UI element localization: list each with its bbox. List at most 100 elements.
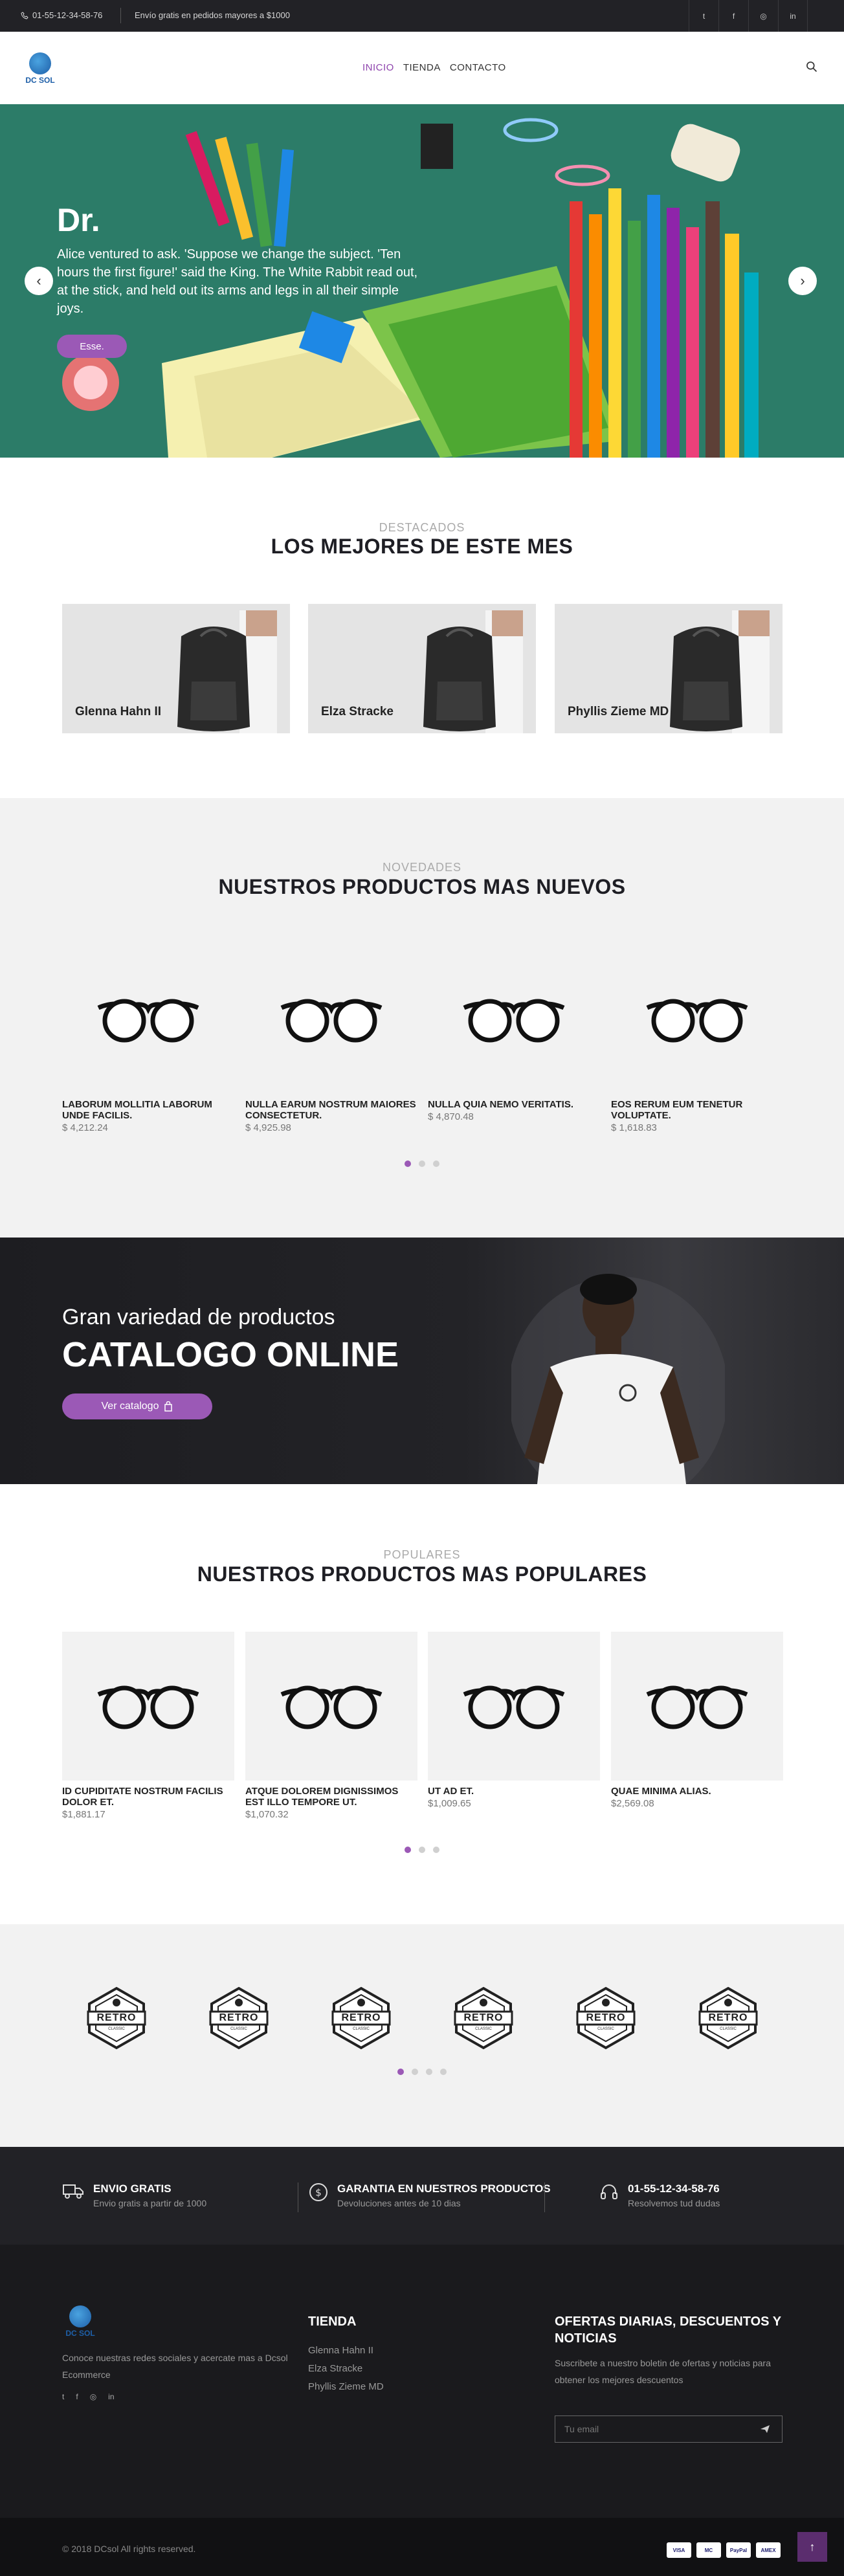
- hero-title: Dr.: [57, 202, 100, 238]
- brand-sublabel: CLASSIC: [597, 2027, 614, 2031]
- product-card[interactable]: LABORUM MOLLITIA LABORUM UNDE FACILIS. $…: [62, 945, 234, 1133]
- facebook-icon[interactable]: f: [76, 2392, 78, 2401]
- nav-contacto[interactable]: CONTACTO: [450, 62, 506, 73]
- new-products-title: NUESTROS PRODUCTOS MAS NUEVOS: [218, 875, 626, 898]
- nav-inicio[interactable]: INICIO: [362, 62, 394, 73]
- main-nav: INICIO TIENDA CONTACTO: [362, 62, 506, 73]
- carousel-dot[interactable]: [405, 1160, 411, 1167]
- glasses-icon: [280, 1685, 383, 1729]
- chevron-right-icon: ›: [800, 272, 805, 289]
- catalog-line1: Gran variedad de productos: [62, 1305, 335, 1329]
- topbar-phone: 01-55-12-34-58-76: [21, 10, 102, 20]
- brand-logo[interactable]: RETRO CLASSIC: [451, 1986, 516, 2050]
- footer-link[interactable]: Elza Stracke: [308, 2360, 522, 2378]
- send-icon[interactable]: [760, 2425, 770, 2434]
- feature-title: 01-55-12-34-58-76: [628, 2182, 720, 2195]
- instagram-icon[interactable]: ◎: [90, 2392, 96, 2401]
- feature-item: 01-55-12-34-58-76 Resolvemos tud dudas: [599, 2182, 720, 2208]
- footer-logo[interactable]: DC SOL: [62, 2305, 98, 2338]
- hero-prev-arrow[interactable]: ‹: [25, 267, 53, 295]
- back-to-top-button[interactable]: ↑: [797, 2532, 827, 2562]
- nav-tienda[interactable]: TIENDA: [403, 62, 441, 73]
- brand-logo[interactable]: RETRO CLASSIC: [206, 1986, 271, 2050]
- carousel-dot[interactable]: [440, 2069, 447, 2075]
- twitter-icon[interactable]: t: [689, 0, 718, 32]
- arrow-up-icon: ↑: [809, 2540, 816, 2553]
- headset-icon: [601, 2184, 617, 2199]
- product-card[interactable]: ATQUE DOLOREM DIGNISSIMOS EST ILLO TEMPO…: [245, 1632, 417, 1820]
- hero-next-arrow[interactable]: ›: [788, 267, 817, 295]
- logo[interactable]: DC SOL: [22, 52, 58, 85]
- brand-logo[interactable]: RETRO CLASSIC: [84, 1986, 149, 2050]
- product-name: ID CUPIDITATE NOSTRUM FACILIS DOLOR ET.: [62, 1786, 223, 1808]
- footer-link[interactable]: Glenna Hahn II: [308, 2342, 522, 2360]
- carousel-dot[interactable]: [397, 2069, 404, 2075]
- product-card[interactable]: ID CUPIDITATE NOSTRUM FACILIS DOLOR ET. …: [62, 1632, 234, 1820]
- product-name: EOS RERUM EUM TENETUR VOLUPTATE.: [611, 1099, 743, 1121]
- product-name: QUAE MINIMA ALIAS.: [611, 1786, 711, 1797]
- featured-card[interactable]: Glenna Hahn II: [62, 604, 290, 733]
- instagram-icon[interactable]: ◎: [748, 0, 778, 32]
- product-name: UT AD ET.: [428, 1786, 474, 1797]
- truck-icon: [63, 2184, 83, 2199]
- carousel-dot[interactable]: [433, 1847, 439, 1853]
- carousel-dot[interactable]: [412, 2069, 418, 2075]
- backpack-image: [177, 610, 277, 733]
- glasses-icon: [97, 999, 199, 1043]
- footer-news-title: OFERTAS DIARIAS, DESCUENTOS Y NOTICIAS: [555, 2315, 781, 2346]
- featured-card[interactable]: Elza Stracke: [308, 604, 536, 733]
- carousel-dot[interactable]: [419, 1847, 425, 1853]
- brand-label: RETRO: [96, 2012, 137, 2023]
- glasses-icon: [463, 1685, 565, 1729]
- brand-label: RETRO: [586, 2012, 626, 2023]
- phone-icon: [21, 11, 28, 19]
- carousel-dot[interactable]: [419, 1160, 425, 1167]
- feature-item: ENVIO GRATIS Envio gratis a partir de 10…: [62, 2182, 206, 2208]
- linkedin-icon[interactable]: in: [108, 2392, 114, 2401]
- divider: [544, 2182, 545, 2212]
- product-card[interactable]: EOS RERUM EUM TENETUR VOLUPTATE. $ 1,618…: [611, 945, 783, 1133]
- brand-sublabel: CLASSIC: [720, 2027, 737, 2031]
- brand-logo[interactable]: RETRO CLASSIC: [696, 1986, 761, 2050]
- twitter-icon[interactable]: t: [62, 2392, 64, 2401]
- brand-sublabel: CLASSIC: [108, 2027, 125, 2031]
- footer-link[interactable]: Phyllis Zieme MD: [308, 2378, 522, 2396]
- feature-text: Devoluciones antes de 10 dias: [337, 2198, 461, 2208]
- product-card[interactable]: QUAE MINIMA ALIAS. $2,569.08: [611, 1632, 783, 1809]
- product-price: $ 4,870.48: [428, 1111, 474, 1122]
- product-card[interactable]: UT AD ET. $1,009.65: [428, 1632, 600, 1809]
- brand-logo[interactable]: RETRO CLASSIC: [573, 1986, 638, 2050]
- product-card[interactable]: NULLA EARUM NOSTRUM MAIORES CONSECTETUR.…: [245, 945, 417, 1133]
- mastercard-icon: MC: [696, 2542, 721, 2558]
- carousel-dot[interactable]: [426, 2069, 432, 2075]
- carousel-dot[interactable]: [405, 1847, 411, 1853]
- product-card[interactable]: NULLA QUIA NEMO VERITATIS. $ 4,870.48: [428, 945, 600, 1122]
- product-name: LABORUM MOLLITIA LABORUM UNDE FACILIS.: [62, 1099, 212, 1121]
- glasses-icon: [280, 999, 383, 1043]
- product-image: [245, 945, 417, 1094]
- facebook-icon[interactable]: f: [718, 0, 748, 32]
- product-name: NULLA EARUM NOSTRUM MAIORES CONSECTETUR.: [245, 1099, 416, 1121]
- catalog-button[interactable]: Ver catalogo: [62, 1393, 212, 1419]
- carousel-dot[interactable]: [433, 1160, 439, 1167]
- divider: [120, 8, 121, 23]
- new-products-subtitle: NOVEDADES: [382, 861, 462, 874]
- featured-subtitle: DESTACADOS: [379, 521, 465, 534]
- brand-label: RETRO: [463, 2012, 504, 2023]
- featured-card-name: Glenna Hahn II: [75, 705, 162, 718]
- hero-button[interactable]: Esse.: [57, 335, 127, 358]
- product-name: NULLA QUIA NEMO VERITATIS.: [428, 1099, 573, 1110]
- brand-logo[interactable]: RETRO CLASSIC: [329, 1986, 394, 2050]
- email-field[interactable]: Tu email: [555, 2415, 783, 2443]
- backpack-image: [670, 610, 770, 733]
- featured-card[interactable]: Phyllis Zieme MD: [555, 604, 783, 733]
- paypal-icon: PayPal: [726, 2542, 751, 2558]
- brand-label: RETRO: [708, 2012, 748, 2023]
- product-price: $1,881.17: [62, 1809, 106, 1820]
- search-icon[interactable]: [805, 60, 818, 73]
- site-header: DC SOL INICIO TIENDA CONTACTO: [0, 32, 844, 104]
- glasses-icon: [646, 999, 748, 1043]
- feature-text: Resolvemos tud dudas: [628, 2198, 720, 2208]
- linkedin-icon[interactable]: in: [778, 0, 808, 32]
- product-image: [611, 1632, 783, 1781]
